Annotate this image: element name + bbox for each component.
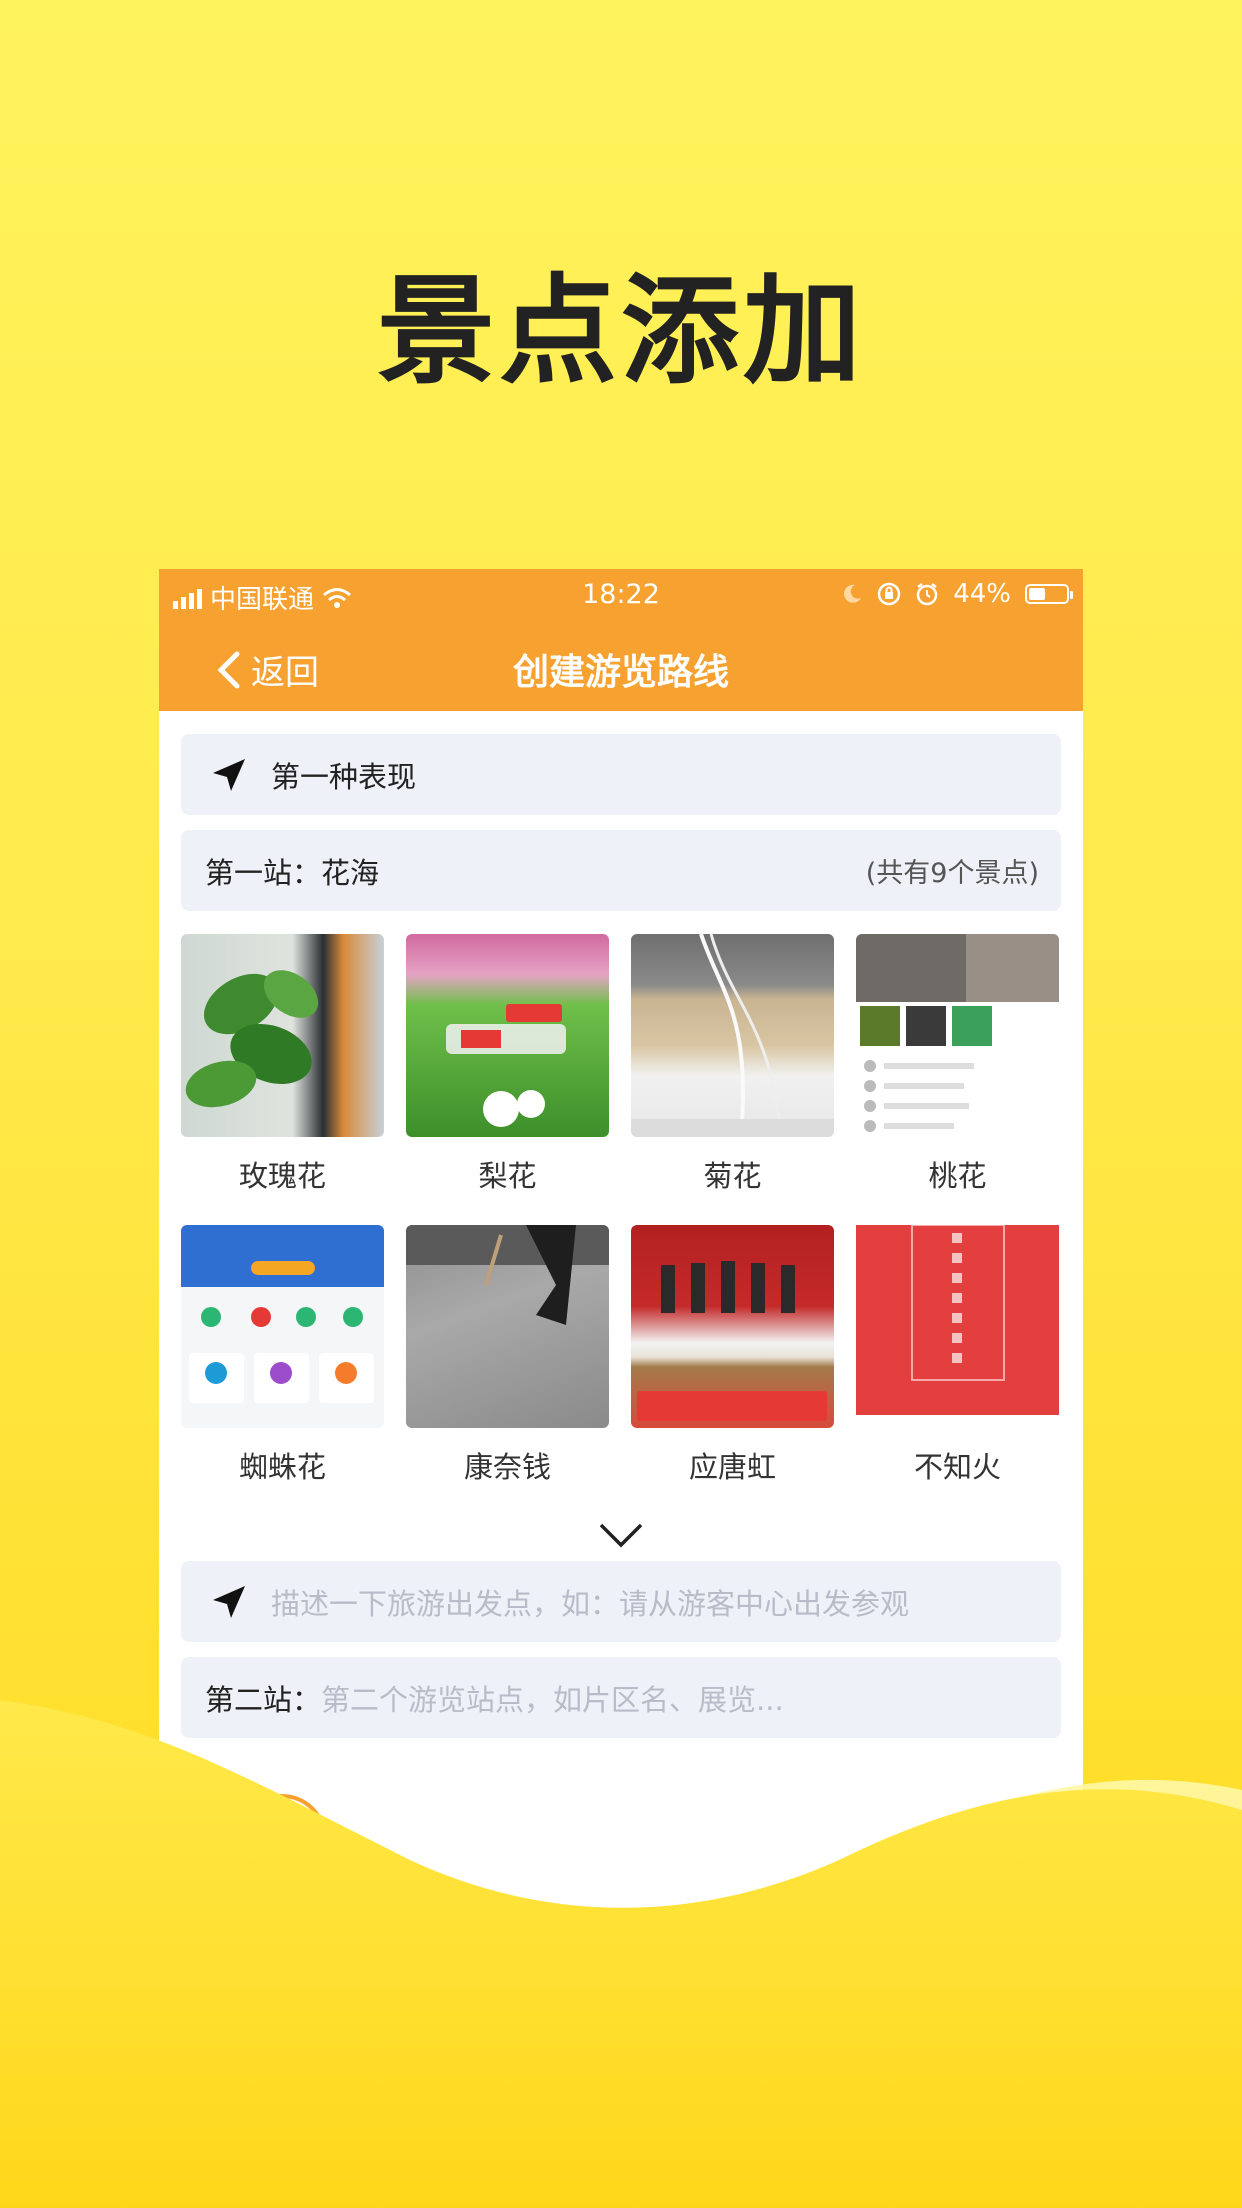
station1-count: (共有9个景点) [865,858,1039,889]
station1-prefix: 第一站： [205,855,322,890]
hero-title: 景点添加 [376,262,865,400]
spot-thumbnail [856,1225,1059,1428]
spot-tile[interactable]: 桃花 [856,934,1059,1195]
station1-name: 花海 [321,855,380,890]
spot-label: 不知火 [913,1450,1001,1484]
battery-percent: 44% [953,579,1011,609]
spot-thumbnail [406,934,609,1137]
chevron-down-icon[interactable] [597,1521,645,1551]
spot-thumbnail [631,1225,834,1428]
decorative-wave [0,1700,1242,2208]
station1-row: 第一站： 花海 (共有9个景点) [181,830,1061,911]
spot-label: 应唐虹 [688,1450,776,1484]
spot-tile[interactable]: 菊花 [631,934,834,1195]
spot-tile[interactable]: 应唐虹 [631,1225,834,1486]
start-input[interactable]: 描述一下旅游出发点，如：请从游客中心出发参观 [271,1581,909,1623]
alarm-icon [916,583,938,606]
moon-icon [844,584,862,603]
spot-tile[interactable]: 玫瑰花 [181,934,384,1195]
start-point-row[interactable]: 第一种表现 [181,734,1061,815]
spot-thumbnail [631,934,834,1137]
spot-thumbnail [406,1225,609,1428]
location-arrow-icon [213,1585,245,1618]
location-arrow-icon [213,758,245,791]
page-title: 创建游览路线 [512,652,729,693]
start-point-text: 第一种表现 [271,759,417,794]
spot-tile[interactable]: 梨花 [406,934,609,1195]
spot-thumbnail [181,934,384,1137]
spot-label: 菊花 [703,1159,762,1193]
status-bar: 中国联通 18:22 44% [159,569,1083,623]
spot-label: 梨花 [478,1159,537,1193]
spot-thumbnail [181,1225,384,1428]
nav-bar: 返回 创建游览路线 [159,623,1083,711]
spot-tile[interactable]: 康奈钱 [406,1225,609,1486]
spot-label: 玫瑰花 [238,1159,326,1193]
start-input-row[interactable]: 描述一下旅游出发点，如：请从游客中心出发参观 [181,1561,1061,1642]
spot-tile[interactable]: 不知火 [856,1225,1059,1486]
spot-label: 桃花 [928,1159,987,1193]
rotation-lock-icon [877,582,901,606]
spot-tile[interactable]: 蜘蛛花 [181,1225,384,1486]
spot-label: 康奈钱 [463,1450,551,1484]
spot-thumbnail [856,934,1059,1137]
spot-label: 蜘蛛花 [238,1450,326,1484]
battery-icon [1025,584,1073,604]
